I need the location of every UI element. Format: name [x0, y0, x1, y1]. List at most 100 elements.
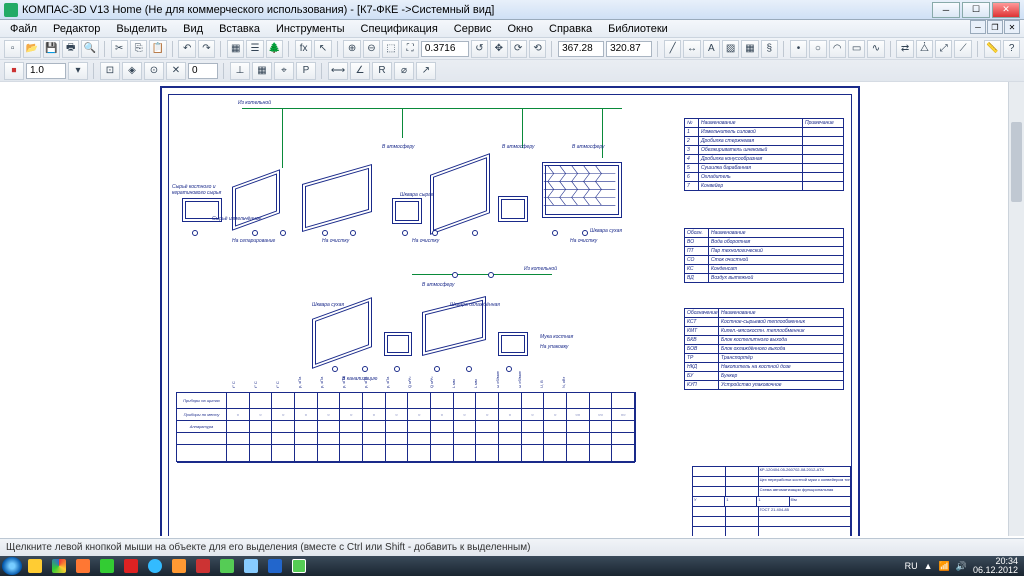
point-icon[interactable]: • — [790, 40, 807, 58]
cut-icon[interactable]: ✂ — [111, 40, 128, 58]
close-button[interactable]: ✕ — [992, 2, 1020, 18]
raddim-icon[interactable]: R — [372, 62, 392, 80]
task-kompasdoc[interactable] — [288, 557, 310, 575]
snap-end-icon[interactable]: ⊡ — [100, 62, 120, 80]
trim-icon[interactable]: ⟋ — [954, 40, 971, 58]
rotate-icon[interactable]: ⟳ — [510, 40, 527, 58]
tray-date[interactable]: 06.12.2012 — [973, 566, 1018, 575]
zoom-out-icon[interactable]: ⊖ — [363, 40, 380, 58]
print-icon[interactable]: 🖶 — [62, 40, 79, 58]
stop-icon[interactable]: ⏹ — [4, 62, 24, 80]
snap-intersect-icon[interactable]: ✕ — [166, 62, 186, 80]
snap-icon[interactable]: ⌖ — [274, 62, 294, 80]
drawing-sheet[interactable]: Из котельной В атмосферу В атмосферу В а… — [160, 86, 860, 536]
help-icon[interactable]: ? — [1003, 40, 1020, 58]
menu-tools[interactable]: Инструменты — [270, 22, 351, 36]
paste-icon[interactable]: 📋 — [149, 40, 166, 58]
task-winamp[interactable] — [168, 557, 190, 575]
mdi-restore[interactable]: ❐ — [987, 20, 1003, 34]
table-icon[interactable]: ▦ — [741, 40, 758, 58]
mirror-icon[interactable]: ⧊ — [916, 40, 933, 58]
save-icon[interactable]: 💾 — [43, 40, 60, 58]
dimension-icon[interactable]: ↔ — [683, 40, 700, 58]
task-skype[interactable] — [144, 557, 166, 575]
menu-window[interactable]: Окно — [501, 22, 539, 36]
scale-icon[interactable]: ⤢ — [935, 40, 952, 58]
zoom-window-icon[interactable]: ⬚ — [382, 40, 399, 58]
move-icon[interactable]: ⇄ — [896, 40, 913, 58]
vertical-scrollbar[interactable] — [1008, 82, 1024, 536]
task-chrome[interactable] — [48, 557, 70, 575]
menu-file[interactable]: Файл — [4, 22, 43, 36]
tray-lang[interactable]: RU — [905, 561, 918, 571]
undo-icon[interactable]: ↶ — [178, 40, 195, 58]
label-to-clean3: На очистку — [570, 238, 597, 244]
tray-flag-icon[interactable]: ▲ — [924, 561, 933, 571]
tray-net-icon[interactable]: 📶 — [939, 561, 950, 572]
menu-spec[interactable]: Спецификация — [355, 22, 444, 36]
mdi-close[interactable]: ✕ — [1004, 20, 1020, 34]
symbol-icon[interactable]: § — [761, 40, 778, 58]
coord-y-input[interactable] — [606, 41, 652, 57]
task-autocad[interactable] — [192, 557, 214, 575]
circle-icon[interactable]: ○ — [809, 40, 826, 58]
grid-icon[interactable]: ▦ — [252, 62, 272, 80]
cursor-icon[interactable]: ↖ — [314, 40, 331, 58]
start-button[interactable] — [2, 557, 22, 575]
measure-icon[interactable]: 📏 — [984, 40, 1001, 58]
param-icon[interactable]: P — [296, 62, 316, 80]
step-input[interactable] — [188, 63, 218, 79]
menu-libs[interactable]: Библиотеки — [602, 22, 674, 36]
linedim-icon[interactable]: ⟷ — [328, 62, 348, 80]
drawing-canvas[interactable]: Из котельной В атмосферу В атмосферу В а… — [0, 82, 1008, 536]
label-shkvara-dry2: Шквара сухая — [312, 302, 344, 308]
spline-icon[interactable]: ∿ — [867, 40, 884, 58]
rect-icon[interactable]: ▭ — [848, 40, 865, 58]
menu-view[interactable]: Вид — [177, 22, 209, 36]
task-word[interactable] — [264, 557, 286, 575]
text-icon[interactable]: A — [703, 40, 720, 58]
dropdown-icon[interactable]: ▾ — [68, 62, 88, 80]
pan-icon[interactable]: ✥ — [490, 40, 507, 58]
layers-icon[interactable]: ▦ — [227, 40, 244, 58]
arc-icon[interactable]: ◠ — [829, 40, 846, 58]
copy-icon[interactable]: ⎘ — [130, 40, 147, 58]
snap-mid-icon[interactable]: ◈ — [122, 62, 142, 80]
snap-center-icon[interactable]: ⊙ — [144, 62, 164, 80]
menu-insert[interactable]: Вставка — [213, 22, 266, 36]
coord-x-input[interactable] — [558, 41, 604, 57]
new-icon[interactable]: ▫ — [4, 40, 21, 58]
task-firefox[interactable] — [72, 557, 94, 575]
menu-service[interactable]: Сервис — [448, 22, 498, 36]
properties-icon[interactable]: ☰ — [246, 40, 263, 58]
tree-icon[interactable]: 🌲 — [266, 40, 283, 58]
task-explorer[interactable] — [24, 557, 46, 575]
maximize-button[interactable]: ☐ — [962, 2, 990, 18]
zoom-prev-icon[interactable]: ↺ — [471, 40, 488, 58]
menu-edit[interactable]: Редактор — [47, 22, 106, 36]
menu-select[interactable]: Выделить — [110, 22, 173, 36]
ortho-icon[interactable]: ⊥ — [230, 62, 250, 80]
zoom-fit-icon[interactable]: ⛶ — [401, 40, 418, 58]
preview-icon[interactable]: 🔍 — [81, 40, 98, 58]
angdim-icon[interactable]: ∠ — [350, 62, 370, 80]
refresh-icon[interactable]: ⟲ — [529, 40, 546, 58]
zoom-in-icon[interactable]: ⊕ — [343, 40, 360, 58]
scale-input[interactable] — [26, 63, 66, 79]
diamdim-icon[interactable]: ⌀ — [394, 62, 414, 80]
mdi-minimize[interactable]: ─ — [970, 20, 986, 34]
task-calc[interactable] — [240, 557, 262, 575]
redo-icon[interactable]: ↷ — [198, 40, 215, 58]
tray-sound-icon[interactable]: 🔊 — [956, 561, 967, 572]
open-icon[interactable]: 📂 — [23, 40, 40, 58]
hatch-icon[interactable]: ▨ — [722, 40, 739, 58]
leader-icon[interactable]: ↗ — [416, 62, 436, 80]
zoom-input[interactable] — [421, 41, 469, 57]
task-opera[interactable] — [120, 557, 142, 575]
menu-help[interactable]: Справка — [543, 22, 598, 36]
task-utorrent[interactable] — [96, 557, 118, 575]
variables-icon[interactable]: fx — [295, 40, 312, 58]
line-icon[interactable]: ╱ — [664, 40, 681, 58]
task-kompas[interactable] — [216, 557, 238, 575]
minimize-button[interactable]: ─ — [932, 2, 960, 18]
